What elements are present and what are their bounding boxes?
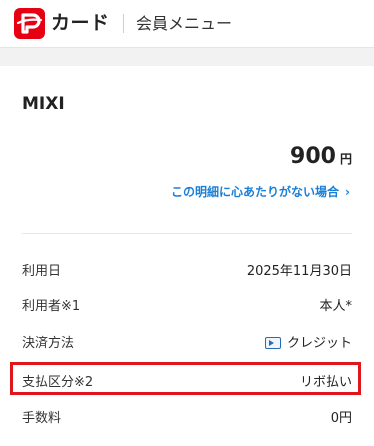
detail-label: 利用者※1 [22, 299, 81, 314]
member-menu-label: 会員メニュー [136, 14, 233, 33]
chevron-right-icon: › [345, 185, 350, 199]
detail-label: 支払区分※2 [22, 375, 94, 390]
detail-label: 決済方法 [22, 336, 75, 351]
detail-value-with-icon: クレジット [264, 332, 352, 351]
detail-label: 利用日 [22, 264, 62, 279]
unrecognized-charge-link-label: この明細に心あたりがない場合 [171, 185, 340, 199]
detail-row-user: 利用者※1 本人* [22, 295, 352, 315]
detail-row-fee: 手数料 0円 [22, 407, 352, 427]
credit-card-icon [264, 336, 281, 349]
section-divider [22, 233, 352, 234]
detail-value: リボ払い [299, 375, 352, 390]
payment-method-value: クレジット [286, 336, 352, 351]
amount-display: 900 円 [290, 144, 352, 169]
paypay-logo-icon[interactable] [14, 8, 45, 39]
header-divider [123, 14, 124, 33]
transaction-detail-card: MIXI 900 円 この明細に心あたりがない場合 › 利用日 2025年11月30… [0, 66, 374, 446]
app-header: カード 会員メニュー [0, 0, 374, 48]
brand-title[interactable]: カード [51, 8, 110, 39]
amount-value: 900 [290, 144, 336, 169]
detail-row-payment-type: 支払区分※2 リボ払い [22, 371, 352, 391]
detail-row-payment-method: 決済方法 クレジット [22, 332, 352, 352]
unrecognized-charge-link[interactable]: この明細に心あたりがない場合 › [171, 183, 350, 200]
merchant-name: MIXI [22, 94, 65, 114]
detail-label: 手数料 [22, 411, 62, 426]
detail-value: 2025年11月30日 [246, 264, 352, 279]
currency-unit: 円 [339, 152, 352, 166]
detail-value: 0円 [330, 411, 352, 426]
detail-value: 本人* [319, 299, 352, 314]
detail-row-usage-date: 利用日 2025年11月30日 [22, 260, 352, 280]
